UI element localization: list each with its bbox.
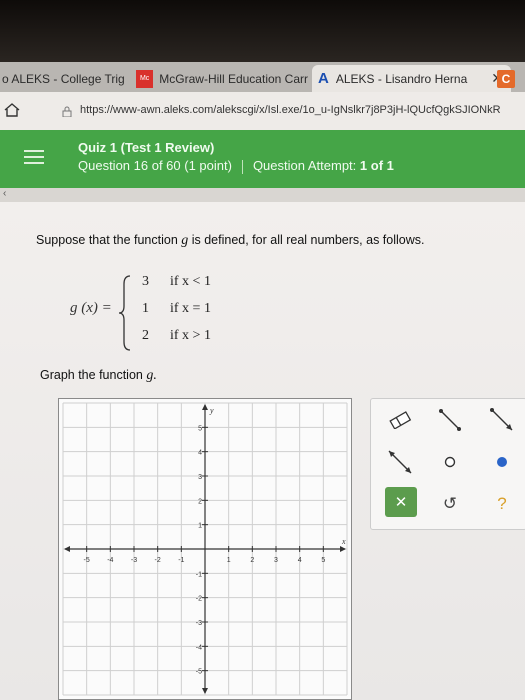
y-tick-label: -3 xyxy=(196,620,202,627)
x-tick-label: -3 xyxy=(131,557,137,564)
undo-icon[interactable]: ↺ xyxy=(435,489,465,519)
x-axis-label: x xyxy=(341,537,346,546)
y-tick-label: 1 xyxy=(198,523,202,530)
y-axis-label: y xyxy=(209,406,214,415)
divider xyxy=(241,159,243,174)
case-row: 1 if x = 1 xyxy=(142,301,211,316)
url-field[interactable]: https://www-awn.aleks.com/alekscgi/x/Isl… xyxy=(80,104,501,116)
y-tick-label: 5 xyxy=(198,425,202,432)
problem-area: Suppose that the function g is defined, … xyxy=(0,202,525,700)
mcgraw-hill-logo-icon: Mc xyxy=(136,69,154,88)
aleks-logo-icon: A xyxy=(318,70,329,87)
coordinate-grid[interactable]: -5 -4 -3 -2 -1 1 2 3 4 5 5 4 3 2 1 -1 -2 -3 -4 -5 x y xyxy=(59,399,351,699)
chevron-left-icon[interactable]: ‹ xyxy=(3,188,6,199)
question-info: Question 16 of 60 (1 point) Question Atte… xyxy=(78,158,394,174)
tab-mcgraw-hill[interactable]: Mc McGraw-Hill Education Carr xyxy=(133,65,308,92)
x-axis-arrow-right xyxy=(340,546,346,552)
attempt-value: 1 of 1 xyxy=(359,158,394,173)
graph-canvas[interactable]: -5 -4 -3 -2 -1 1 2 3 4 5 5 4 3 2 1 -1 -2 -3 -4 -5 x y xyxy=(58,398,352,700)
x-tick-label: 3 xyxy=(274,557,278,564)
eraser-icon[interactable] xyxy=(385,405,415,435)
graph-prompt: Graph the function g. xyxy=(40,368,157,383)
y-tick-label: -5 xyxy=(196,669,202,676)
segment-tool-icon[interactable] xyxy=(435,405,465,435)
line-tool-icon[interactable] xyxy=(385,447,415,477)
ray-tool-icon[interactable] xyxy=(487,405,517,435)
open-point-icon[interactable] xyxy=(435,447,465,477)
x-tick-label: -5 xyxy=(84,557,90,564)
case-row: 2 if x > 1 xyxy=(142,328,211,343)
help-icon[interactable]: ? xyxy=(487,489,517,519)
home-icon[interactable] xyxy=(4,103,20,117)
collapse-bar: ‹ xyxy=(0,188,525,202)
tab-label: ALEKS - Lisandro Herna xyxy=(335,71,468,86)
lock-icon xyxy=(62,106,72,117)
y-tick-label: 4 xyxy=(198,450,202,457)
x-tick-label: -1 xyxy=(178,557,184,564)
tab-aleks-active[interactable]: A ALEKS - Lisandro Herna ✕ xyxy=(312,65,511,92)
graph-tool-palette: ✕ ↺ ? xyxy=(370,398,525,530)
closed-point-icon[interactable] xyxy=(487,447,517,477)
quiz-title: Quiz 1 (Test 1 Review) xyxy=(78,140,215,155)
address-bar: https://www-awn.aleks.com/alekscgi/x/Isl… xyxy=(0,92,525,131)
browser-tab-strip: o ALEKS - College Trig Mc McGraw-Hill Ed… xyxy=(0,62,525,92)
question-number: Question 16 of 60 (1 point) xyxy=(78,158,232,173)
x-tick-label: -4 xyxy=(107,557,113,564)
x-tick-label: 5 xyxy=(321,557,325,564)
tab-aleks-college-trig[interactable]: o ALEKS - College Trig xyxy=(0,65,130,92)
left-brace xyxy=(118,275,131,351)
x-tick-label: -2 xyxy=(155,557,161,564)
menu-icon[interactable] xyxy=(24,150,44,166)
y-tick-label: -2 xyxy=(196,596,202,603)
device-bezel xyxy=(0,0,525,62)
x-axis-arrow-left xyxy=(64,546,70,552)
y-tick-label: -4 xyxy=(196,644,202,651)
y-tick-label: 3 xyxy=(198,474,202,481)
tab-label: o ALEKS - College Trig xyxy=(2,71,125,86)
clear-button[interactable]: ✕ xyxy=(385,487,417,517)
case-row: 3 if x < 1 xyxy=(142,274,211,289)
x-tick-label: 4 xyxy=(298,557,302,564)
tab-label: McGraw-Hill Education Carr xyxy=(159,71,308,86)
problem-prompt: Suppose that the function g is defined, … xyxy=(36,233,425,248)
tab-c[interactable]: C xyxy=(497,65,525,92)
y-axis-arrow-down xyxy=(202,688,208,694)
attempt-label: Question Attempt: xyxy=(252,158,357,173)
c-app-icon: C xyxy=(497,69,515,88)
y-tick-label: 2 xyxy=(198,498,202,505)
piecewise-definition: g (x) = 3 if x < 1 1 if x = 1 2 if x > 1 xyxy=(70,274,270,352)
y-axis-arrow-up xyxy=(202,404,208,410)
quiz-header: Quiz 1 (Test 1 Review) Question 16 of 60… xyxy=(0,130,525,188)
y-tick-label: -1 xyxy=(196,571,202,578)
function-label: g (x) = xyxy=(70,300,112,316)
x-tick-label: 2 xyxy=(250,557,254,564)
x-tick-label: 1 xyxy=(227,557,231,564)
